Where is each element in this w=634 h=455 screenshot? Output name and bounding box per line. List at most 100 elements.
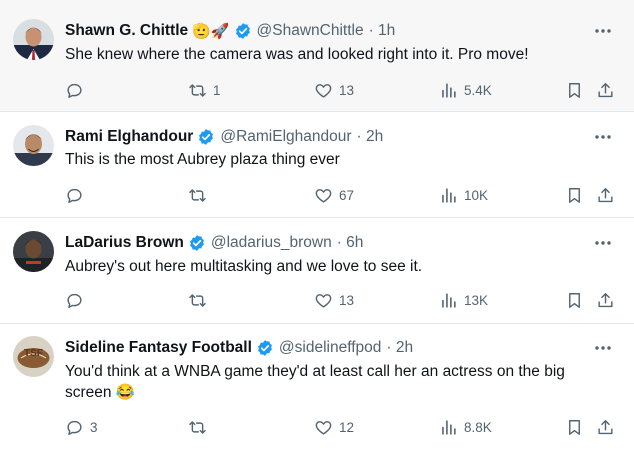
reply-button[interactable]: [65, 79, 90, 101]
reply-button[interactable]: [65, 289, 90, 311]
heart-icon: [315, 293, 332, 308]
tweet-actions: 1 13 5.4K: [0, 79, 634, 101]
bookmark-icon: [569, 292, 580, 308]
like-button[interactable]: 13: [314, 79, 354, 101]
views-chart-icon: [442, 82, 456, 98]
reply-count: 3: [90, 419, 98, 435]
bookmark-icon: [569, 187, 580, 203]
views-chart-icon: [442, 187, 456, 203]
user-handle[interactable]: @ladarius_brown: [211, 234, 332, 252]
tweet[interactable]: LaDarius Brown @ladarius_brown · 6h Aubr…: [0, 218, 634, 324]
share-icon: [598, 82, 613, 97]
like-count: 67: [339, 187, 355, 203]
share-button[interactable]: [596, 184, 615, 206]
avatar[interactable]: [13, 231, 54, 272]
retweet-button[interactable]: [188, 289, 213, 311]
reply-icon: [67, 188, 82, 203]
bookmark-button[interactable]: [565, 184, 584, 206]
verified-badge-icon: [235, 23, 250, 39]
share-icon: [598, 419, 613, 434]
reply-button[interactable]: [65, 184, 90, 206]
tweet-header: Rami Elghandour @RamiElghandour · 2h: [65, 126, 594, 148]
views-chart-icon: [442, 292, 456, 308]
name-emojis: 🫡🚀: [192, 22, 230, 40]
reply-feed: Shawn G. Chittle 🫡🚀 @ShawnChittle · 1h S…: [0, 0, 634, 455]
display-name[interactable]: LaDarius Brown: [65, 234, 184, 252]
bookmark-button[interactable]: [565, 289, 584, 311]
avatar[interactable]: [13, 19, 54, 60]
avatar[interactable]: TSF: [13, 336, 54, 377]
display-name[interactable]: Shawn G. Chittle: [65, 22, 188, 40]
views-button[interactable]: 5.4K: [439, 79, 492, 101]
retweet-button[interactable]: [188, 416, 213, 438]
display-name[interactable]: Rami Elghandour: [65, 128, 193, 146]
person-avatar-icon: [13, 231, 54, 272]
tweet-text: She knew where the camera was and looked…: [65, 46, 529, 63]
share-button[interactable]: [596, 289, 615, 311]
tweet-header: Shawn G. Chittle 🫡🚀 @ShawnChittle · 1h: [65, 20, 594, 42]
share-button[interactable]: [596, 79, 615, 101]
timestamp[interactable]: · 1h: [369, 22, 396, 40]
verified-badge-icon: [199, 129, 214, 145]
share-icon: [598, 292, 613, 307]
share-button[interactable]: [596, 416, 615, 438]
more-options-icon[interactable]: [594, 339, 612, 357]
bookmark-button[interactable]: [565, 416, 584, 438]
views-chart-icon: [442, 419, 456, 435]
verified-badge-icon: [189, 235, 204, 251]
avatar[interactable]: [13, 125, 54, 166]
tweet-text: This is the most Aubrey plaza thing ever: [65, 151, 340, 168]
tweet-header: LaDarius Brown @ladarius_brown · 6h: [65, 232, 594, 254]
verified-badge-icon: [257, 340, 272, 356]
more-options-icon[interactable]: [594, 234, 612, 252]
retweet-count: 1: [213, 82, 221, 98]
timestamp[interactable]: · 6h: [337, 234, 364, 252]
user-handle[interactable]: @sidelineffpod: [279, 339, 382, 357]
like-count: 12: [339, 419, 355, 435]
more-options-icon[interactable]: [594, 128, 612, 146]
tweet-text: You'd think at a WNBA game they'd at lea…: [65, 363, 565, 401]
user-handle[interactable]: @ShawnChittle: [257, 22, 364, 40]
bookmark-button[interactable]: [565, 79, 584, 101]
heart-icon: [315, 83, 332, 98]
bookmark-icon: [569, 419, 580, 435]
reply-icon: [67, 83, 82, 98]
user-handle[interactable]: @RamiElghandour: [220, 128, 351, 146]
like-count: 13: [339, 82, 355, 98]
tweet-header: Sideline Fantasy Football @sidelineffpod…: [65, 337, 594, 359]
svg-text:TSF: TSF: [24, 348, 43, 359]
views-button[interactable]: 8.8K: [439, 416, 492, 438]
share-icon: [598, 187, 613, 202]
timestamp[interactable]: · 2h: [386, 339, 413, 357]
tweet-actions: 3 12 8.8K: [0, 416, 634, 438]
reply-button[interactable]: 3: [65, 416, 98, 438]
heart-icon: [315, 188, 332, 203]
view-count: 5.4K: [464, 82, 492, 98]
retweet-icon: [189, 83, 206, 97]
retweet-button[interactable]: [188, 184, 213, 206]
bookmark-icon: [569, 82, 580, 98]
timestamp[interactable]: · 2h: [357, 128, 384, 146]
tweet[interactable]: Rami Elghandour @RamiElghandour · 2h Thi…: [0, 112, 634, 218]
retweet-icon: [189, 188, 206, 202]
person-avatar-icon: [13, 125, 54, 166]
retweet-icon: [189, 420, 206, 434]
view-count: 13K: [464, 292, 489, 308]
more-options-icon[interactable]: [594, 22, 612, 40]
reply-icon: [67, 420, 82, 435]
like-button[interactable]: 12: [314, 416, 354, 438]
tsf-logo-avatar-icon: TSF: [13, 336, 54, 377]
heart-icon: [315, 420, 332, 435]
tweet[interactable]: TSF Sideline Fantasy Football @sidelinef…: [0, 324, 634, 455]
display-name[interactable]: Sideline Fantasy Football: [65, 339, 252, 357]
tweet[interactable]: Shawn G. Chittle 🫡🚀 @ShawnChittle · 1h S…: [0, 0, 634, 112]
retweet-button[interactable]: 1: [188, 79, 221, 101]
views-button[interactable]: 13K: [439, 289, 488, 311]
like-button[interactable]: 67: [314, 184, 354, 206]
tweet-actions: 13 13K: [0, 289, 634, 311]
views-button[interactable]: 10K: [439, 184, 488, 206]
view-count: 8.8K: [464, 419, 492, 435]
reply-icon: [67, 293, 82, 308]
retweet-icon: [189, 293, 206, 307]
like-button[interactable]: 13: [314, 289, 354, 311]
